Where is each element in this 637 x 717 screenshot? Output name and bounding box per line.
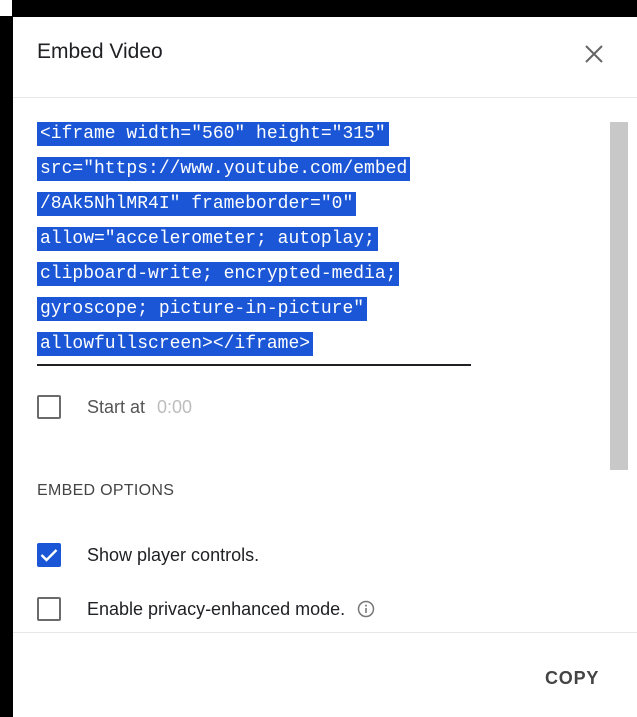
top-strip	[0, 0, 637, 16]
start-at-input[interactable]: 0:00	[157, 397, 192, 418]
start-at-checkbox[interactable]	[37, 395, 61, 419]
embed-code-textarea[interactable]: <iframe width="560" height="315" src="ht…	[37, 117, 471, 366]
start-at-label: Start at	[87, 396, 146, 417]
embed-options-heading: EMBED OPTIONS	[37, 482, 175, 499]
embed-code-line: clipboard-write; encrypted-media;	[37, 262, 400, 286]
privacy-mode-row: Enable privacy-enhanced mode.	[37, 597, 375, 621]
info-icon[interactable]	[357, 600, 375, 618]
embed-code-line: gyroscope; picture-in-picture"	[37, 297, 368, 321]
embed-code-line: allowfullscreen></iframe>	[37, 332, 314, 356]
privacy-mode-label: Enable privacy-enhanced mode.	[87, 598, 346, 619]
embed-code-line: src="https://www.youtube.com/embed	[37, 157, 411, 181]
embed-video-dialog: Embed Video <iframe width="560" height="…	[13, 17, 637, 717]
close-icon[interactable]	[584, 44, 604, 64]
embed-code-line: <iframe width="560" height="315"	[37, 122, 389, 146]
check-icon	[40, 549, 58, 562]
embed-code-line: allow="accelerometer; autoplay;	[37, 227, 378, 251]
copy-button[interactable]: COPY	[545, 668, 599, 689]
dialog-footer: COPY	[13, 632, 637, 717]
privacy-mode-checkbox[interactable]	[37, 597, 61, 621]
show-controls-checkbox[interactable]	[37, 543, 61, 567]
embed-code-line: /8Ak5NhlMR4I" frameborder="0"	[37, 192, 357, 216]
dialog-title: Embed Video	[37, 40, 163, 63]
show-controls-label: Show player controls.	[87, 544, 260, 565]
scrollbar-thumb[interactable]	[610, 122, 628, 470]
start-at-row: Start at 0:00	[37, 395, 192, 419]
top-strip-bar	[12, 0, 637, 16]
dialog-content: <iframe width="560" height="315" src="ht…	[13, 98, 637, 632]
show-controls-row: Show player controls.	[37, 543, 259, 567]
dialog-header: Embed Video	[13, 17, 637, 98]
